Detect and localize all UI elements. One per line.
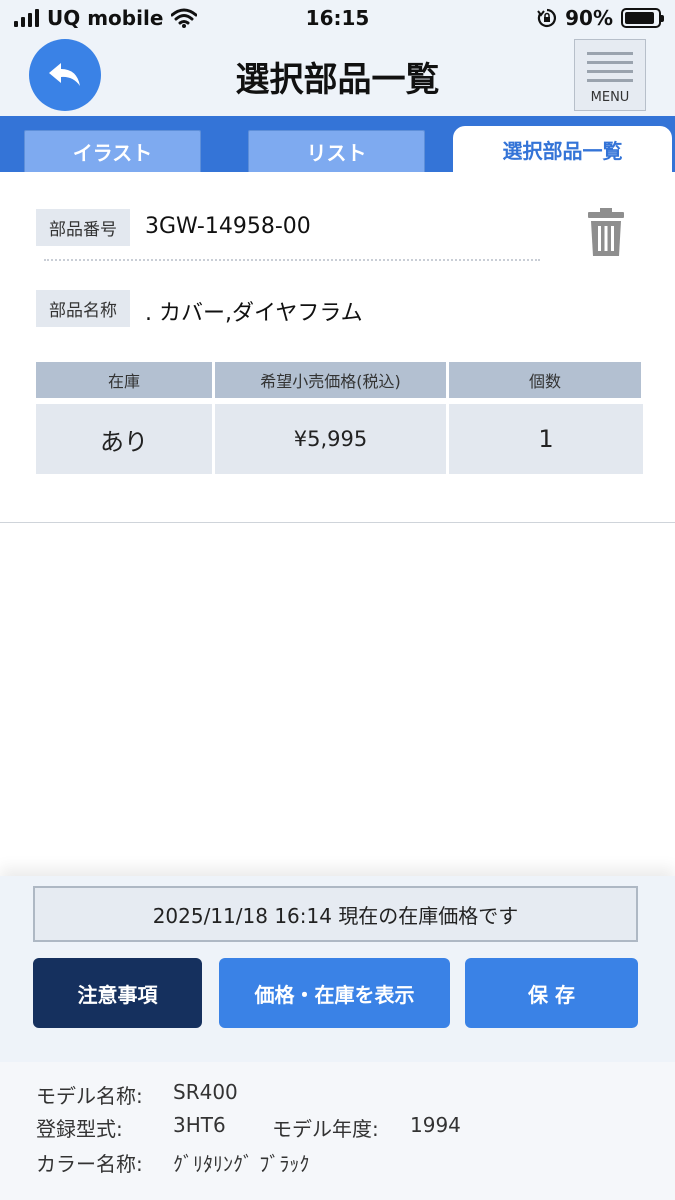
menu-label: MENU	[590, 90, 630, 105]
color-name-value: ｸﾞﾘﾀﾘﾝｸﾞ ﾌﾞﾗｯｸ	[173, 1152, 310, 1176]
model-year-label: モデル年度:	[272, 1117, 379, 1141]
table-header-quantity: 個数	[449, 362, 641, 398]
battery-percent: 90%	[565, 6, 613, 30]
part-name-value: . カバー,ダイヤフラム	[145, 301, 363, 326]
battery-icon	[621, 8, 664, 28]
part-name-label: 部品名称	[36, 290, 130, 327]
model-name-label: モデル名称:	[36, 1084, 143, 1108]
model-info: モデル名称: SR400 登録型式: 3HT6 モデル年度: 1994 カラー名…	[0, 1062, 675, 1200]
model-name-value: SR400	[173, 1080, 238, 1104]
orientation-lock-icon	[537, 8, 557, 28]
model-year-value: 1994	[410, 1113, 461, 1137]
save-button[interactable]: 保 存	[465, 958, 638, 1028]
content-divider	[0, 522, 675, 523]
tab-selected-parts[interactable]: 選択部品一覧	[453, 126, 672, 172]
delete-button[interactable]	[587, 208, 625, 258]
divider	[44, 259, 540, 261]
tab-illustration[interactable]: イラスト	[24, 130, 201, 172]
tab-list[interactable]: リスト	[248, 130, 425, 172]
table-cell-stock: あり	[36, 404, 212, 474]
part-number-label: 部品番号	[36, 209, 130, 246]
status-right: 90%	[537, 6, 664, 30]
tab-bar: イラスト リスト 選択部品一覧	[0, 116, 675, 172]
menu-button[interactable]: MENU	[574, 39, 646, 111]
part-number-value: 3GW-14958-00	[145, 214, 311, 239]
battery-fill	[625, 12, 654, 24]
model-type-value: 3HT6	[173, 1113, 226, 1137]
nav-bar: 選択部品一覧 MENU	[0, 36, 675, 116]
status-bar: UQ mobile 16:15 90%	[0, 0, 675, 36]
caution-button[interactable]: 注意事項	[33, 958, 202, 1028]
stock-price-notice: 2025/11/18 16:14 現在の在庫価格です	[33, 886, 638, 942]
model-type-label: 登録型式:	[36, 1117, 123, 1141]
table-cell-price: ¥5,995	[215, 404, 446, 474]
table-cell-quantity: 1	[449, 404, 643, 474]
action-panel: 2025/11/18 16:14 現在の在庫価格です 注意事項 価格・在庫を表示…	[0, 876, 675, 1062]
hamburger-icon	[587, 52, 633, 88]
color-name-label: カラー名称:	[36, 1152, 143, 1176]
table-header-stock: 在庫	[36, 362, 212, 398]
table-header-price: 希望小売価格(税込)	[215, 362, 446, 398]
trash-icon	[588, 208, 624, 256]
show-price-stock-button[interactable]: 価格・在庫を表示	[219, 958, 450, 1028]
